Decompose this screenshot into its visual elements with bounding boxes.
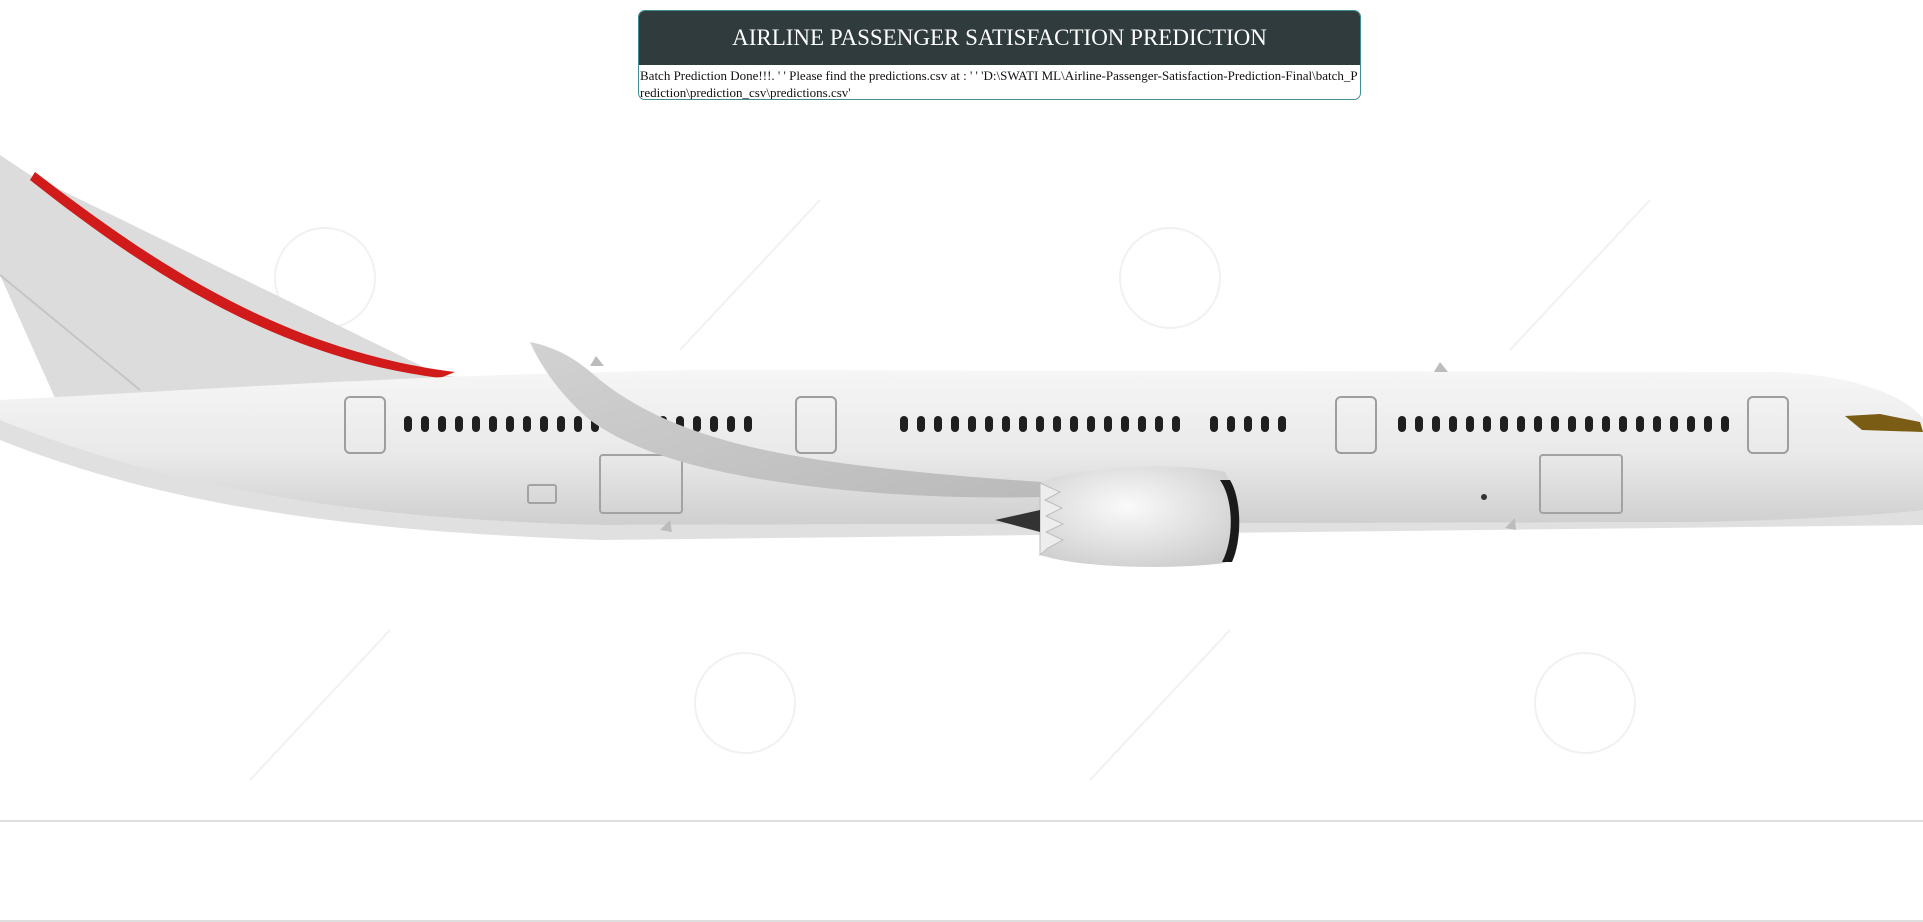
cabin-window (1585, 416, 1593, 432)
cabin-window (1104, 416, 1112, 432)
cabin-window (455, 416, 463, 432)
cabin-window (1568, 416, 1576, 432)
cabin-window (917, 416, 925, 432)
cabin-window (1721, 416, 1729, 432)
cabin-window (421, 416, 429, 432)
prediction-status-message: Batch Prediction Done!!!. ' ' Please fin… (640, 68, 1358, 100)
cabin-window (693, 416, 701, 432)
cabin-window (1551, 416, 1559, 432)
cabin-window (1636, 416, 1644, 432)
page-title: AIRLINE PASSENGER SATISFACTION PREDICTIO… (732, 25, 1267, 50)
cabin-window (1036, 416, 1044, 432)
cabin-window (1121, 416, 1129, 432)
cabin-window (1227, 416, 1235, 432)
cabin-window (1019, 416, 1027, 432)
cabin-window (1534, 416, 1542, 432)
cabin-window (1602, 416, 1610, 432)
result-card: AIRLINE PASSENGER SATISFACTION PREDICTIO… (638, 10, 1361, 100)
cabin-window (1619, 416, 1627, 432)
cabin-window (968, 416, 976, 432)
cabin-window (1210, 416, 1218, 432)
cabin-window (1500, 416, 1508, 432)
cabin-window (1483, 416, 1491, 432)
cabin-window (1466, 416, 1474, 432)
cabin-window (1687, 416, 1695, 432)
cabin-window (1002, 416, 1010, 432)
tail-fin (0, 155, 470, 398)
page: AIRLINE PASSENGER SATISFACTION PREDICTIO… (0, 0, 1923, 922)
cabin-window (985, 416, 993, 432)
card-header: AIRLINE PASSENGER SATISFACTION PREDICTIO… (639, 11, 1360, 65)
cabin-window (1432, 416, 1440, 432)
cabin-window (1053, 416, 1061, 432)
cabin-window (557, 416, 565, 432)
cabin-window (1415, 416, 1423, 432)
cabin-window (900, 416, 908, 432)
cabin-window (1070, 416, 1078, 432)
cabin-window (438, 416, 446, 432)
cabin-window (710, 416, 718, 432)
cabin-window (1172, 416, 1180, 432)
cabin-window (404, 416, 412, 432)
cabin-window (506, 416, 514, 432)
cabin-window (540, 416, 548, 432)
cabin-window (744, 416, 752, 432)
cabin-window (1670, 416, 1678, 432)
cabin-window (1278, 416, 1286, 432)
cabin-window (1398, 416, 1406, 432)
cabin-window (1155, 416, 1163, 432)
cabin-window (1449, 416, 1457, 432)
cabin-window (1261, 416, 1269, 432)
cabin-window (574, 416, 582, 432)
cabin-window (1704, 416, 1712, 432)
cabin-window (1653, 416, 1661, 432)
cabin-window (489, 416, 497, 432)
engine (1040, 466, 1235, 567)
cabin-window (523, 416, 531, 432)
cabin-window (1138, 416, 1146, 432)
cabin-window (727, 416, 735, 432)
cabin-window (934, 416, 942, 432)
airplane-image (0, 155, 1923, 822)
cabin-window (1244, 416, 1252, 432)
cabin-window (1517, 416, 1525, 432)
cabin-window (1087, 416, 1095, 432)
cabin-window (951, 416, 959, 432)
cabin-window (472, 416, 480, 432)
